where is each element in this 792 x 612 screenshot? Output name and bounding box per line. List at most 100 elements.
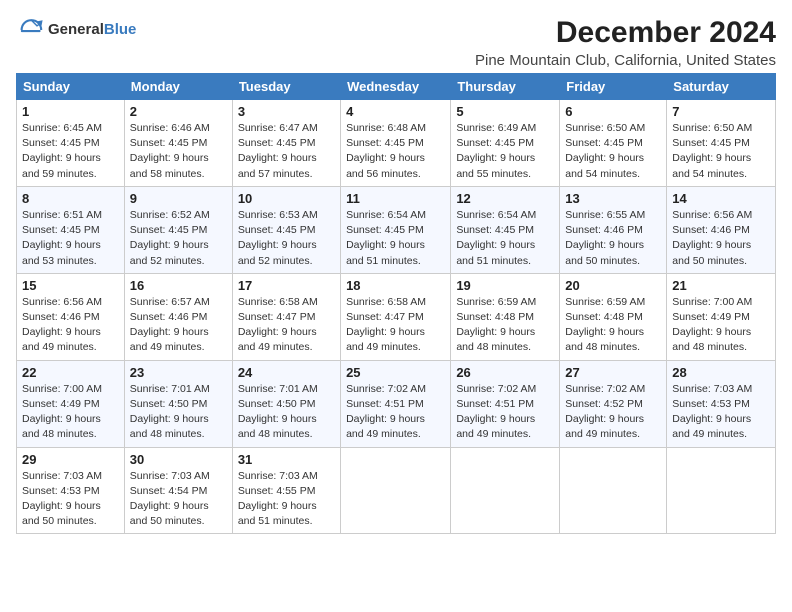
day-cell: 22 Sunrise: 7:00 AM Sunset: 4:49 PM Dayli… <box>17 360 125 447</box>
week-row-4: 22 Sunrise: 7:00 AM Sunset: 4:49 PM Dayli… <box>17 360 776 447</box>
day-cell: 10 Sunrise: 6:53 AM Sunset: 4:45 PM Dayli… <box>232 186 340 273</box>
day-number: 24 <box>238 365 335 380</box>
day-detail: Sunrise: 7:03 AM Sunset: 4:54 PM Dayligh… <box>130 469 227 530</box>
day-cell: 11Sunrise: 6:54 AM Sunset: 4:45 PM Dayli… <box>341 186 451 273</box>
day-number: 1 <box>22 104 119 119</box>
day-number: 27 <box>565 365 661 380</box>
day-detail: Sunrise: 7:03 AM Sunset: 4:53 PM Dayligh… <box>22 469 119 530</box>
subtitle: Pine Mountain Club, California, United S… <box>475 52 776 69</box>
day-cell <box>341 447 451 534</box>
day-cell: 17Sunrise: 6:58 AM Sunset: 4:47 PM Dayli… <box>232 273 340 360</box>
header-wednesday: Wednesday <box>341 74 451 100</box>
day-detail: Sunrise: 6:55 AM Sunset: 4:46 PM Dayligh… <box>565 208 661 269</box>
logo: GeneralBlue <box>16 16 136 44</box>
day-number: 30 <box>130 452 227 467</box>
day-number: 5 <box>456 104 554 119</box>
day-number: 6 <box>565 104 661 119</box>
week-row-3: 15 Sunrise: 6:56 AM Sunset: 4:46 PM Dayli… <box>17 273 776 360</box>
day-cell: 16Sunrise: 6:57 AM Sunset: 4:46 PM Dayli… <box>124 273 232 360</box>
day-cell: 3 Sunrise: 6:47 AM Sunset: 4:45 PM Daylig… <box>232 100 340 187</box>
day-number: 26 <box>456 365 554 380</box>
day-detail: Sunrise: 6:47 AM Sunset: 4:45 PM Dayligh… <box>238 121 335 182</box>
day-number: 13 <box>565 191 661 206</box>
header-monday: Monday <box>124 74 232 100</box>
day-detail: Sunrise: 6:54 AM Sunset: 4:45 PM Dayligh… <box>346 208 445 269</box>
day-detail: Sunrise: 6:54 AM Sunset: 4:45 PM Dayligh… <box>456 208 554 269</box>
day-number: 12 <box>456 191 554 206</box>
week-row-1: 1 Sunrise: 6:45 AM Sunset: 4:45 PM Daylig… <box>17 100 776 187</box>
day-cell: 19 Sunrise: 6:59 AM Sunset: 4:48 PM Dayli… <box>451 273 560 360</box>
day-cell: 5 Sunrise: 6:49 AM Sunset: 4:45 PM Daylig… <box>451 100 560 187</box>
day-cell: 12 Sunrise: 6:54 AM Sunset: 4:45 PM Dayli… <box>451 186 560 273</box>
day-detail: Sunrise: 6:51 AM Sunset: 4:45 PM Dayligh… <box>22 208 119 269</box>
day-cell: 2 Sunrise: 6:46 AM Sunset: 4:45 PM Daylig… <box>124 100 232 187</box>
main-title: December 2024 <box>475 16 776 50</box>
day-detail: Sunrise: 7:00 AM Sunset: 4:49 PM Dayligh… <box>22 382 119 443</box>
day-number: 20 <box>565 278 661 293</box>
day-number: 28 <box>672 365 770 380</box>
day-number: 19 <box>456 278 554 293</box>
day-detail: Sunrise: 7:01 AM Sunset: 4:50 PM Dayligh… <box>130 382 227 443</box>
logo-general: General <box>48 21 104 38</box>
day-number: 18 <box>346 278 445 293</box>
day-detail: Sunrise: 6:50 AM Sunset: 4:45 PM Dayligh… <box>672 121 770 182</box>
day-number: 4 <box>346 104 445 119</box>
day-number: 31 <box>238 452 335 467</box>
day-cell: 18 Sunrise: 6:58 AM Sunset: 4:47 PM Dayli… <box>341 273 451 360</box>
day-number: 15 <box>22 278 119 293</box>
logo-blue: Blue <box>104 21 137 38</box>
header-saturday: Saturday <box>667 74 776 100</box>
header-tuesday: Tuesday <box>232 74 340 100</box>
day-cell: 30 Sunrise: 7:03 AM Sunset: 4:54 PM Dayli… <box>124 447 232 534</box>
header-row: SundayMondayTuesdayWednesdayThursdayFrid… <box>17 74 776 100</box>
day-number: 16 <box>130 278 227 293</box>
day-detail: Sunrise: 7:03 AM Sunset: 4:53 PM Dayligh… <box>672 382 770 443</box>
week-row-2: 8 Sunrise: 6:51 AM Sunset: 4:45 PM Daylig… <box>17 186 776 273</box>
day-cell: 20Sunrise: 6:59 AM Sunset: 4:48 PM Dayli… <box>560 273 667 360</box>
day-detail: Sunrise: 6:53 AM Sunset: 4:45 PM Dayligh… <box>238 208 335 269</box>
header-friday: Friday <box>560 74 667 100</box>
logo-text: GeneralBlue <box>48 21 136 39</box>
day-number: 23 <box>130 365 227 380</box>
day-number: 2 <box>130 104 227 119</box>
day-detail: Sunrise: 6:52 AM Sunset: 4:45 PM Dayligh… <box>130 208 227 269</box>
day-cell: 8 Sunrise: 6:51 AM Sunset: 4:45 PM Daylig… <box>17 186 125 273</box>
day-number: 7 <box>672 104 770 119</box>
calendar-table: SundayMondayTuesdayWednesdayThursdayFrid… <box>16 73 776 534</box>
logo-icon <box>16 16 44 44</box>
week-row-5: 29Sunrise: 7:03 AM Sunset: 4:53 PM Dayli… <box>17 447 776 534</box>
day-detail: Sunrise: 6:45 AM Sunset: 4:45 PM Dayligh… <box>22 121 119 182</box>
header-thursday: Thursday <box>451 74 560 100</box>
day-detail: Sunrise: 6:49 AM Sunset: 4:45 PM Dayligh… <box>456 121 554 182</box>
day-number: 10 <box>238 191 335 206</box>
day-detail: Sunrise: 6:58 AM Sunset: 4:47 PM Dayligh… <box>238 295 335 356</box>
day-cell: 1 Sunrise: 6:45 AM Sunset: 4:45 PM Daylig… <box>17 100 125 187</box>
day-cell: 7 Sunrise: 6:50 AM Sunset: 4:45 PM Daylig… <box>667 100 776 187</box>
day-detail: Sunrise: 6:56 AM Sunset: 4:46 PM Dayligh… <box>672 208 770 269</box>
day-detail: Sunrise: 6:46 AM Sunset: 4:45 PM Dayligh… <box>130 121 227 182</box>
day-number: 22 <box>22 365 119 380</box>
day-cell: 13 Sunrise: 6:55 AM Sunset: 4:46 PM Dayli… <box>560 186 667 273</box>
title-area: December 2024 Pine Mountain Club, Califo… <box>475 16 776 69</box>
day-detail: Sunrise: 6:50 AM Sunset: 4:45 PM Dayligh… <box>565 121 661 182</box>
day-detail: Sunrise: 6:56 AM Sunset: 4:46 PM Dayligh… <box>22 295 119 356</box>
day-cell: 28 Sunrise: 7:03 AM Sunset: 4:53 PM Dayli… <box>667 360 776 447</box>
day-cell: 23 Sunrise: 7:01 AM Sunset: 4:50 PM Dayli… <box>124 360 232 447</box>
day-number: 8 <box>22 191 119 206</box>
day-detail: Sunrise: 7:03 AM Sunset: 4:55 PM Dayligh… <box>238 469 335 530</box>
day-cell <box>667 447 776 534</box>
day-detail: Sunrise: 7:02 AM Sunset: 4:51 PM Dayligh… <box>456 382 554 443</box>
day-detail: Sunrise: 7:02 AM Sunset: 4:52 PM Dayligh… <box>565 382 661 443</box>
day-number: 9 <box>130 191 227 206</box>
page: GeneralBlue December 2024 Pine Mountain … <box>0 0 792 544</box>
day-cell: 15 Sunrise: 6:56 AM Sunset: 4:46 PM Dayli… <box>17 273 125 360</box>
day-detail: Sunrise: 7:00 AM Sunset: 4:49 PM Dayligh… <box>672 295 770 356</box>
day-cell: 31 Sunrise: 7:03 AM Sunset: 4:55 PM Dayli… <box>232 447 340 534</box>
header-sunday: Sunday <box>17 74 125 100</box>
day-number: 21 <box>672 278 770 293</box>
day-detail: Sunrise: 6:58 AM Sunset: 4:47 PM Dayligh… <box>346 295 445 356</box>
day-cell: 29Sunrise: 7:03 AM Sunset: 4:53 PM Dayli… <box>17 447 125 534</box>
day-cell: 14Sunrise: 6:56 AM Sunset: 4:46 PM Dayli… <box>667 186 776 273</box>
day-number: 3 <box>238 104 335 119</box>
day-detail: Sunrise: 6:59 AM Sunset: 4:48 PM Dayligh… <box>456 295 554 356</box>
